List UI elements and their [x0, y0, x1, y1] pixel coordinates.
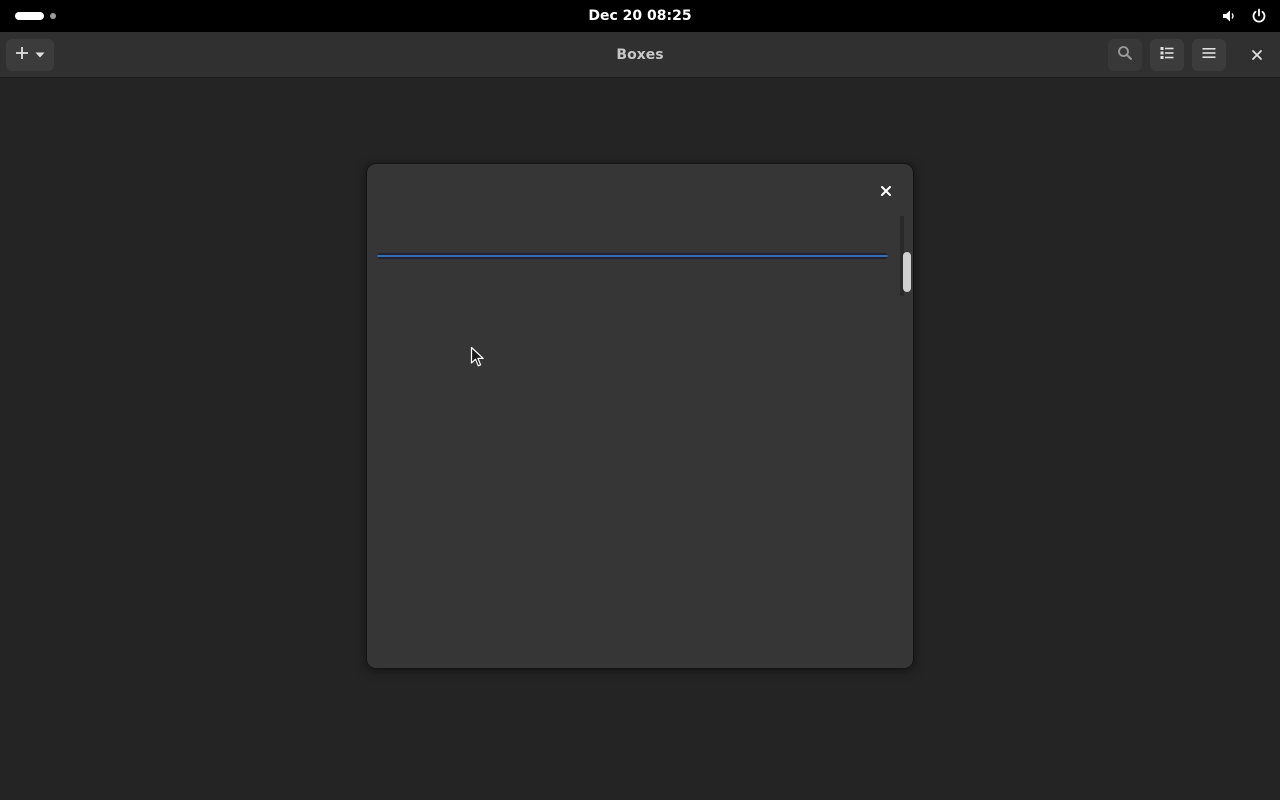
close-icon	[880, 182, 892, 201]
window-title: Boxes	[616, 47, 664, 63]
workspace-inactive-indicator	[50, 13, 56, 19]
activities-button[interactable]	[8, 6, 68, 26]
close-icon	[1251, 46, 1263, 65]
main-menu-button[interactable]	[1192, 39, 1226, 71]
plus-icon	[14, 45, 30, 65]
search-button[interactable]	[1108, 39, 1142, 71]
hamburger-menu-icon	[1201, 45, 1217, 65]
chevron-down-icon	[34, 46, 46, 65]
new-machine-button[interactable]	[6, 39, 54, 71]
scrollbar-thumb[interactable]	[903, 252, 911, 292]
system-menu-button[interactable]	[1210, 4, 1270, 28]
view-list-icon	[1159, 45, 1175, 65]
clock[interactable]: Dec 20 08:25	[560, 0, 720, 32]
progress-bar-fill	[377, 255, 888, 257]
volume-icon	[1218, 5, 1240, 27]
header-bar: Boxes	[0, 32, 1280, 78]
power-icon	[1248, 5, 1270, 27]
system-top-bar: Dec 20 08:25	[0, 0, 1280, 32]
progress-bar	[377, 253, 888, 259]
mouse-pointer-icon	[470, 346, 484, 367]
search-icon	[1117, 45, 1133, 65]
close-window-button[interactable]	[1240, 39, 1274, 71]
workspace-active-indicator	[15, 12, 44, 20]
dialog-close-button[interactable]	[873, 178, 899, 204]
dialog	[366, 163, 914, 669]
view-mode-button[interactable]	[1150, 39, 1184, 71]
